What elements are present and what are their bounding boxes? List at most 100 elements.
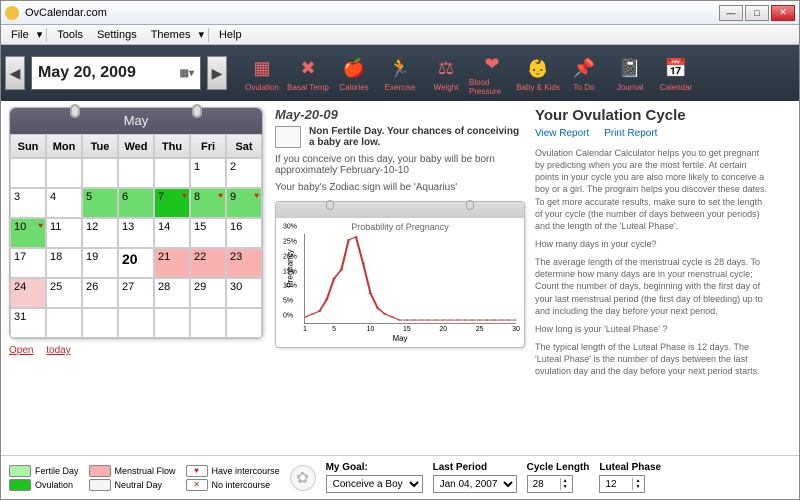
menu-tools[interactable]: Tools <box>51 27 89 43</box>
pregnancy-chart: Probability of Pregnancy Pregnancy 0%5%1… <box>275 201 525 348</box>
day-header: Sun <box>10 134 46 158</box>
day-header: Tue <box>82 134 118 158</box>
calendar-cell[interactable]: 16 <box>226 218 262 248</box>
calendar-cell[interactable]: 5 <box>82 188 118 218</box>
flower-icon: ✿ <box>290 465 316 491</box>
calendar-cell <box>46 158 82 188</box>
calendar-cell <box>226 308 262 338</box>
calendar-cell[interactable]: 11 <box>46 218 82 248</box>
calendar-cell[interactable]: 29 <box>190 278 226 308</box>
notebook-icon: 📓 <box>616 55 644 83</box>
menu-settings[interactable]: Settings <box>91 27 143 43</box>
calendar-cell <box>190 308 226 338</box>
calendar-cell[interactable]: 3 <box>10 188 46 218</box>
toolbar-calendar[interactable]: 📅Calendar <box>653 48 699 98</box>
toolbar-basal-temp[interactable]: ✖Basal Temp <box>285 48 331 98</box>
note-pin-icon: 📌 <box>570 55 598 83</box>
day-header: Thu <box>154 134 190 158</box>
calendar-cell[interactable]: 27 <box>118 278 154 308</box>
toolbar-ovulation[interactable]: ▦Ovulation <box>239 48 285 98</box>
prev-date-button[interactable]: ◀ <box>5 56 25 90</box>
maximize-button[interactable]: □ <box>745 5 769 21</box>
calendar-cell[interactable]: 23 <box>226 248 262 278</box>
calendar-cell[interactable]: 9♥ <box>226 188 262 218</box>
toolbar-baby-kids[interactable]: 👶Baby & Kids <box>515 48 561 98</box>
calendar-cell[interactable]: 28 <box>154 278 190 308</box>
today-link[interactable]: today <box>46 345 70 356</box>
toolbar-to-do[interactable]: 📌To Do <box>561 48 607 98</box>
calendar-cell[interactable]: 15 <box>190 218 226 248</box>
menu-themes[interactable]: Themes <box>145 27 197 43</box>
calendar-cell[interactable]: 26 <box>82 278 118 308</box>
heart-icon: ♥ <box>38 221 43 230</box>
date-picker[interactable]: May 20, 2009 ▦▾ <box>31 56 201 90</box>
calendar-cell[interactable]: 24 <box>10 278 46 308</box>
toolbar-calories[interactable]: 🍎Calories <box>331 48 377 98</box>
titlebar: OvCalendar.com — □ ✕ <box>1 1 799 25</box>
calendar-cell[interactable]: 14 <box>154 218 190 248</box>
calendar-cell <box>118 158 154 188</box>
calendar-cell <box>10 158 46 188</box>
next-date-button[interactable]: ▶ <box>207 56 227 90</box>
date-display: May 20, 2009 <box>38 64 136 82</box>
day-header: Mon <box>46 134 82 158</box>
menu-file[interactable]: File <box>5 27 35 43</box>
info-heading: Your Ovulation Cycle <box>535 107 771 124</box>
calendar-cell[interactable]: 8♥ <box>190 188 226 218</box>
calendar-cell[interactable]: 12 <box>82 218 118 248</box>
calendar-cell[interactable]: 22 <box>190 248 226 278</box>
toolbar-journal[interactable]: 📓Journal <box>607 48 653 98</box>
print-report-link[interactable]: Print Report <box>604 128 657 139</box>
last-period-select[interactable]: Jan 04, 2007 <box>433 475 517 493</box>
calendar-cell[interactable]: 4 <box>46 188 82 218</box>
app-icon <box>5 6 19 20</box>
calendar-cell[interactable]: 19 <box>82 248 118 278</box>
open-link[interactable]: Open <box>9 345 33 356</box>
toolbar-exercise[interactable]: 🏃Exercise <box>377 48 423 98</box>
calendar-cell[interactable]: 13 <box>118 218 154 248</box>
apples-icon: 🍎 <box>340 55 368 83</box>
calendar-cell[interactable]: 2 <box>226 158 262 188</box>
day-status-text: Non Fertile Day. Your chances of conceiv… <box>309 126 525 148</box>
info-panel: Your Ovulation Cycle View Report Print R… <box>529 101 777 455</box>
cycle-length-input[interactable]: 28▲▼ <box>527 475 573 493</box>
goal-select[interactable]: Conceive a Boy <box>326 475 423 493</box>
day-status-swatch <box>275 126 301 148</box>
dropdown-icon: ▦▾ <box>180 68 194 79</box>
heart-pulse-icon: ❤ <box>478 50 506 78</box>
view-report-link[interactable]: View Report <box>535 128 589 139</box>
calendar-cell <box>118 308 154 338</box>
day-header: Sat <box>226 134 262 158</box>
heart-icon: ♥ <box>182 191 187 200</box>
calendar-cell[interactable]: 25 <box>46 278 82 308</box>
calendar-cell[interactable]: 10♥ <box>10 218 46 248</box>
minimize-button[interactable]: — <box>719 5 743 21</box>
calendar-cell <box>82 158 118 188</box>
calendar-cell[interactable]: 6 <box>118 188 154 218</box>
toolbar-weight[interactable]: ⚖Weight <box>423 48 469 98</box>
calendar-cell[interactable]: 20 <box>118 248 154 278</box>
legend: Fertile Day Menstrual Flow ♥Have interco… <box>9 465 280 491</box>
toolbar-blood-pressure[interactable]: ❤Blood Pressure <box>469 48 515 98</box>
menubar: File▾ Tools Settings Themes▾ Help <box>1 25 799 45</box>
menu-help[interactable]: Help <box>213 27 248 43</box>
calendar-header: May <box>10 108 262 134</box>
footer: Fertile Day Menstrual Flow ♥Have interco… <box>1 455 799 499</box>
calendar-cell[interactable]: 18 <box>46 248 82 278</box>
luteal-phase-input[interactable]: 12▲▼ <box>599 475 645 493</box>
calendar-cell[interactable]: 30 <box>226 278 262 308</box>
runner-icon: 🏃 <box>386 55 414 83</box>
month-calendar: May SunMonTueWedThuFriSat1234567♥8♥9♥10♥… <box>9 107 263 339</box>
calendar-cell <box>154 308 190 338</box>
calendar-cell[interactable]: 7♥ <box>154 188 190 218</box>
heart-icon: ♥ <box>254 191 259 200</box>
x-icon: ✖ <box>294 55 322 83</box>
calendar-cell[interactable]: 31 <box>10 308 46 338</box>
calendar-cell <box>82 308 118 338</box>
conception-estimate: If you conceive on this day, your baby w… <box>275 154 525 176</box>
calendar-cell[interactable]: 1 <box>190 158 226 188</box>
calendar-cell[interactable]: 21 <box>154 248 190 278</box>
close-button[interactable]: ✕ <box>771 5 795 21</box>
scale-icon: ⚖ <box>432 55 460 83</box>
calendar-cell[interactable]: 17 <box>10 248 46 278</box>
